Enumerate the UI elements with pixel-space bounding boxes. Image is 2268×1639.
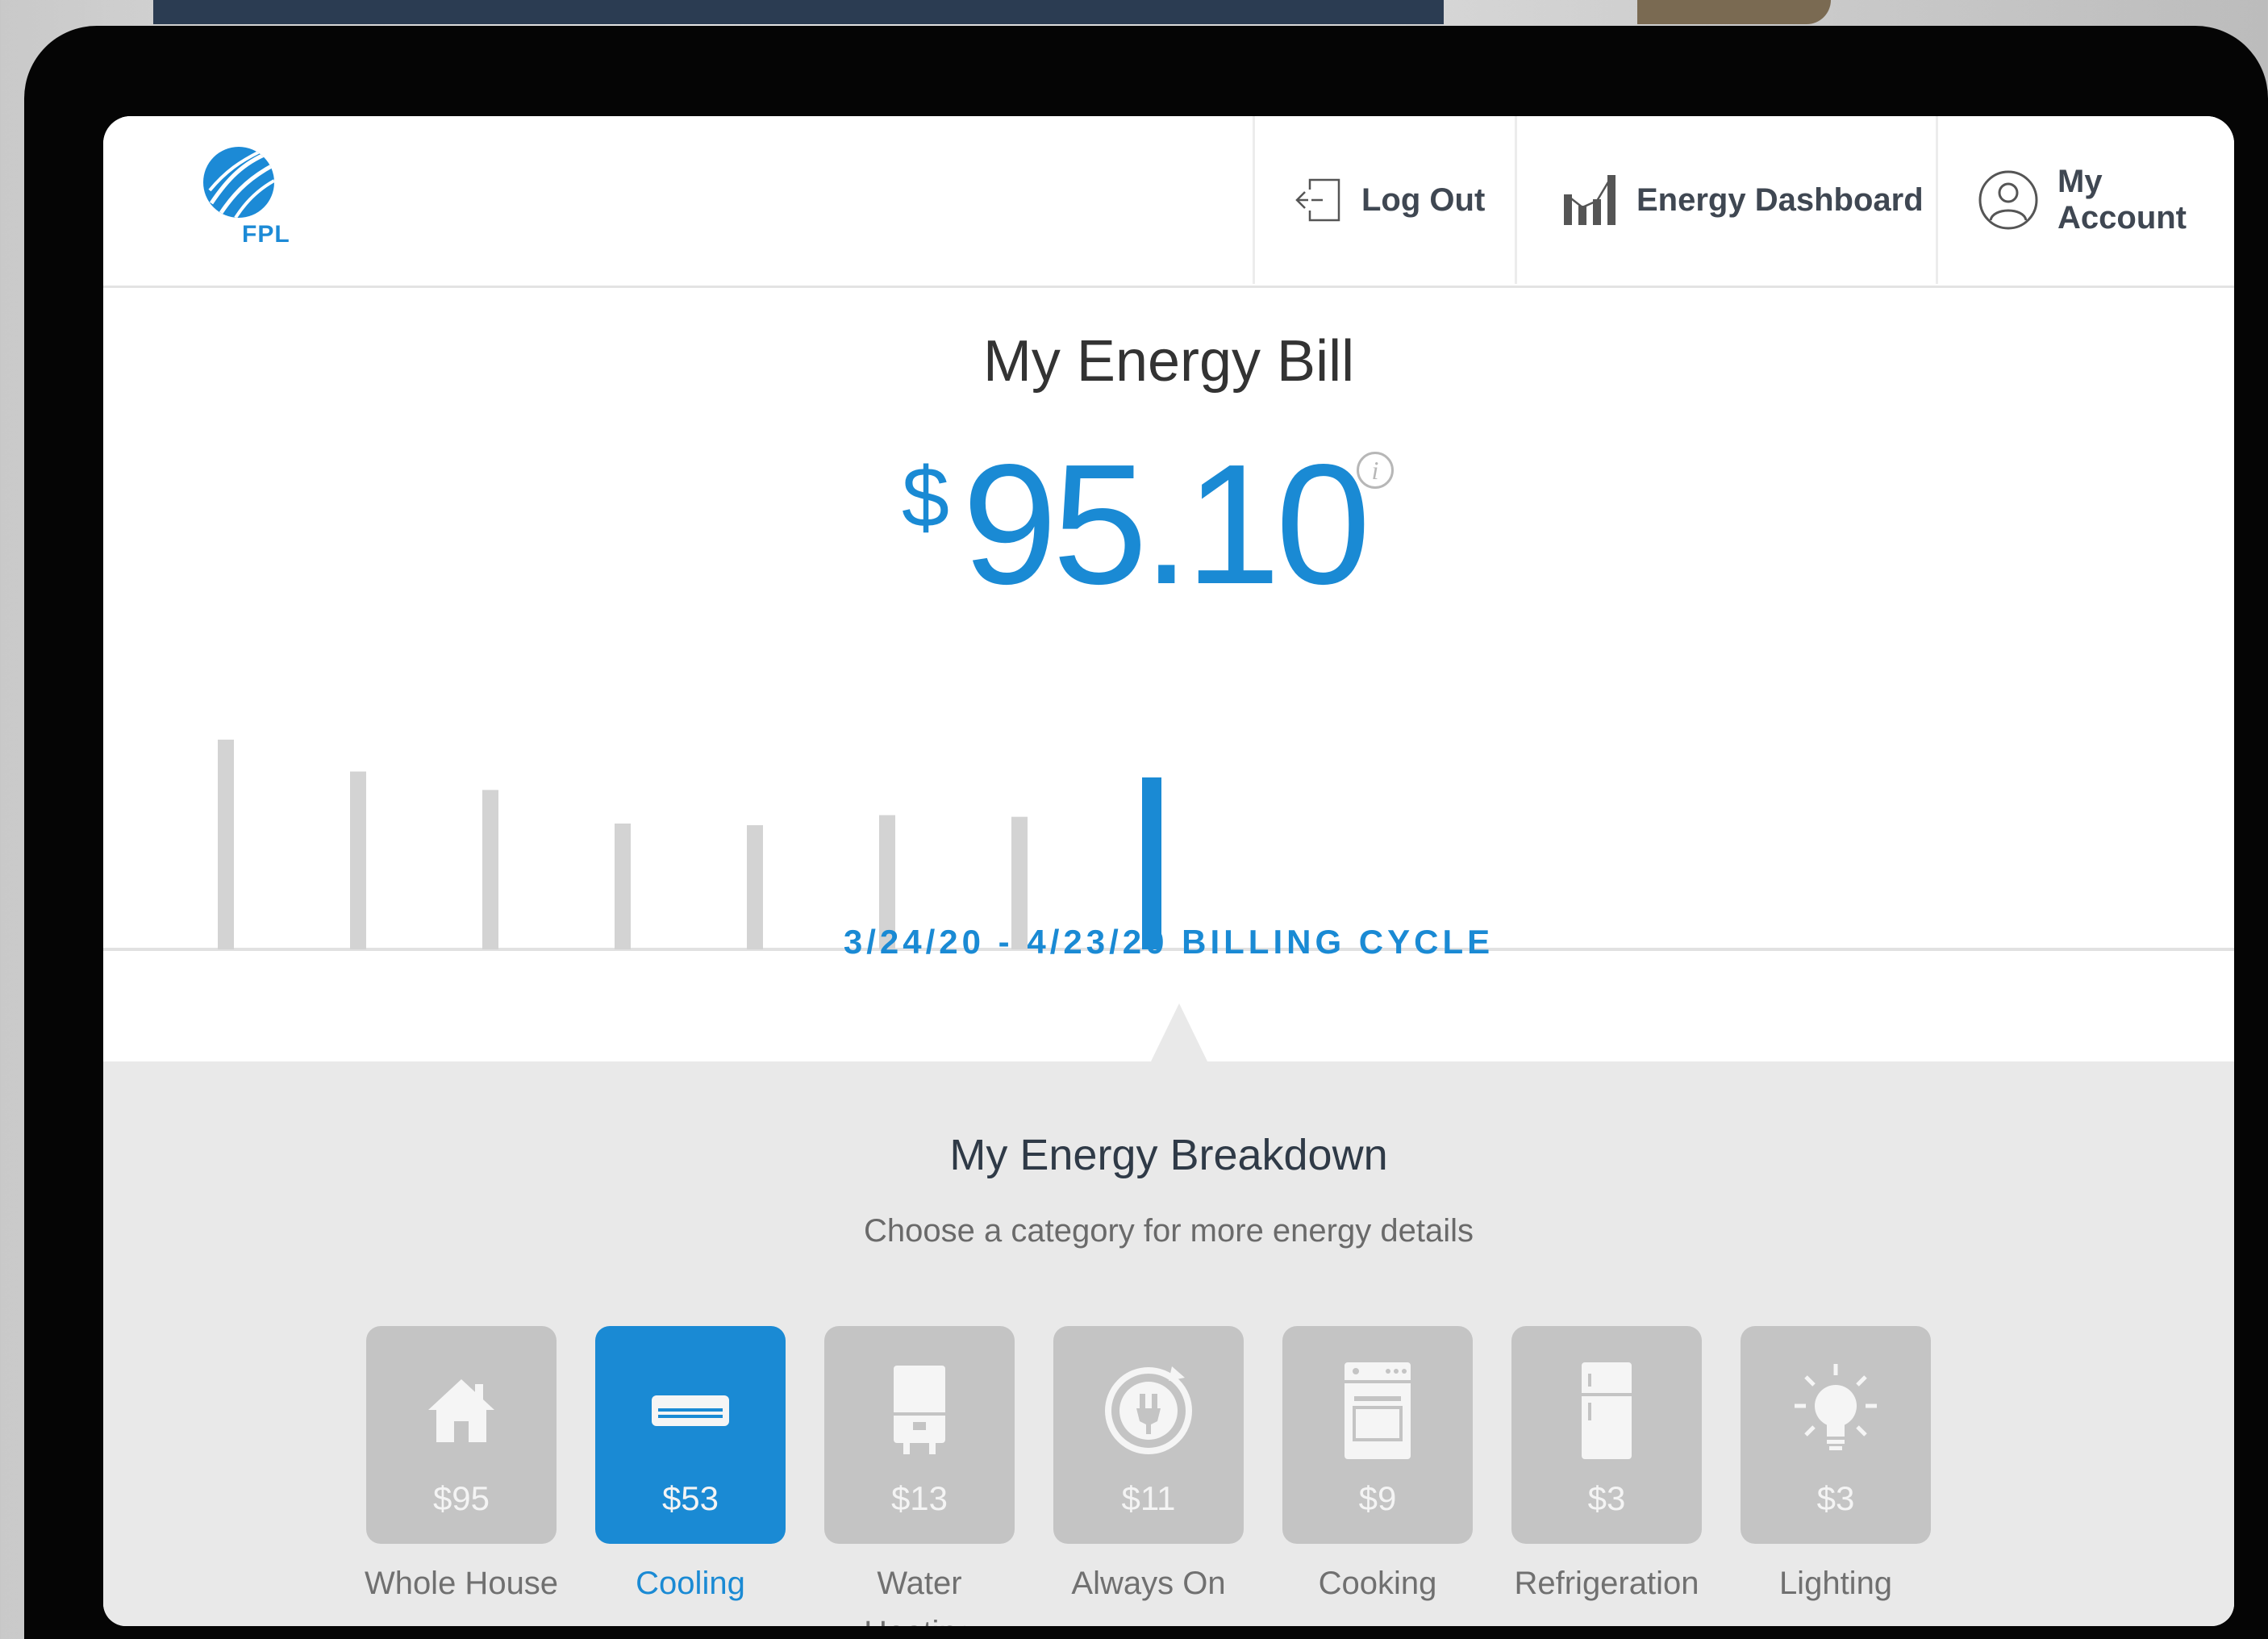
category-value: $3: [1587, 1479, 1626, 1517]
category-value: $53: [661, 1479, 719, 1517]
category-label-water: Water: [877, 1566, 962, 1601]
bar-chart-icon: [1559, 170, 1619, 230]
bill-history-chart: [103, 740, 2234, 951]
category-label-refrigeration[interactable]: Refrigeration: [1486, 1566, 1728, 1602]
category-label-water-heating[interactable]: Water Heating: [798, 1566, 1040, 1626]
tablet-frame: FPL Log Out Energy Dashboard My Account …: [24, 26, 2268, 1639]
lightbulb-icon: [1741, 1358, 1931, 1463]
currency-symbol: $: [902, 450, 949, 545]
category-water-heating[interactable]: $13: [824, 1326, 1015, 1544]
category-value: $11: [1121, 1479, 1176, 1517]
billing-cycle-label[interactable]: 3/24/20 - 4/23/20 BILLING CYCLE: [103, 923, 2234, 961]
my-account-button[interactable]: My Account: [1936, 116, 2234, 284]
category-cooking[interactable]: $9: [1282, 1326, 1473, 1544]
logout-label: Log Out: [1361, 181, 1486, 218]
fpl-logo-mark: [203, 147, 274, 218]
category-whole-house[interactable]: $95: [366, 1326, 557, 1544]
refrigerator-icon: [1511, 1358, 1702, 1463]
background-photo-object: [1637, 0, 1831, 24]
water-heater-icon: [824, 1358, 1015, 1463]
fpl-wordmark: FPL: [242, 221, 290, 248]
breakdown-title: My Energy Breakdown: [949, 1131, 1388, 1179]
category-always-on[interactable]: $11: [1053, 1326, 1244, 1544]
house-icon: [366, 1358, 557, 1463]
category-lighting[interactable]: $3: [1741, 1326, 1931, 1544]
category-label-lighting[interactable]: Lighting: [1715, 1566, 1957, 1602]
category-label-cooling[interactable]: Cooling: [569, 1566, 811, 1602]
logout-button[interactable]: Log Out: [1253, 116, 1515, 284]
background-photo-strip: [153, 0, 1444, 24]
energy-dashboard-button[interactable]: Energy Dashboard: [1515, 116, 1936, 284]
category-value: $95: [432, 1479, 490, 1517]
fpl-logo[interactable]: FPL: [203, 147, 292, 252]
category-label-whole-house[interactable]: Whole House: [340, 1566, 582, 1602]
category-value: $13: [890, 1479, 948, 1517]
app-screen: FPL Log Out Energy Dashboard My Account …: [103, 116, 2234, 1626]
category-label-cooking[interactable]: Cooking: [1257, 1566, 1499, 1602]
page-title: My Energy Bill: [982, 329, 1355, 394]
category-value: $9: [1358, 1479, 1397, 1517]
bill-amount-value: 95.10: [962, 428, 1371, 619]
user-icon: [1977, 169, 2040, 231]
logout-icon: [1294, 175, 1344, 225]
energy-dashboard-label: Energy Dashboard: [1636, 181, 1924, 218]
plug-icon: [1053, 1358, 1244, 1463]
category-label-always-on[interactable]: Always On: [1028, 1566, 1269, 1602]
bill-amount: $ 95.10 i: [103, 439, 2234, 632]
bill-bar[interactable]: [218, 740, 234, 949]
category-refrigeration[interactable]: $3: [1511, 1326, 1702, 1544]
air-conditioner-icon: [595, 1358, 786, 1463]
info-icon[interactable]: i: [1357, 452, 1394, 489]
category-cooling[interactable]: $53: [595, 1326, 786, 1544]
panel-pointer: [1150, 1003, 1208, 1063]
top-header: FPL Log Out Energy Dashboard My Account: [103, 116, 2234, 288]
category-value: $3: [1816, 1479, 1855, 1517]
category-label-heating: Heating: [798, 1615, 1040, 1626]
my-account-label: My Account: [2057, 164, 2187, 236]
breakdown-subtitle: Choose a category for more energy detail…: [864, 1213, 1474, 1249]
oven-icon: [1282, 1358, 1473, 1463]
